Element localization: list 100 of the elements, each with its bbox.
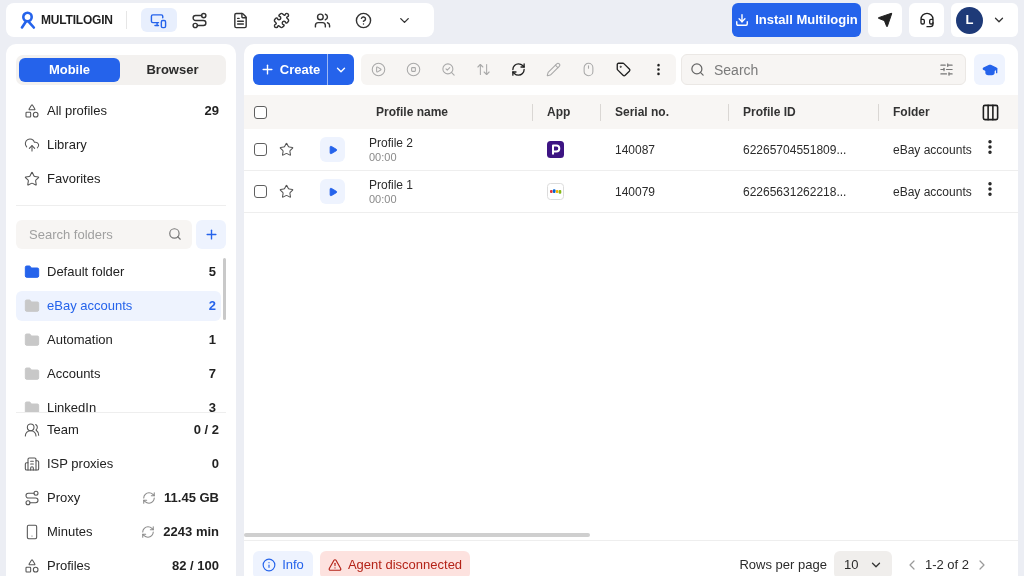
horizontal-scrollbar[interactable] bbox=[244, 533, 590, 537]
row-checkbox[interactable] bbox=[254, 143, 267, 156]
rows-per-page-label: Rows per page bbox=[739, 556, 827, 575]
tag-icon[interactable] bbox=[616, 62, 631, 77]
folder-search-field[interactable]: Search folders bbox=[16, 220, 192, 249]
profile-name[interactable]: Profile 2 bbox=[369, 135, 533, 150]
star-icon[interactable] bbox=[279, 184, 294, 199]
headset-icon bbox=[918, 12, 935, 28]
profile-time: 00:00 bbox=[369, 191, 398, 206]
create-dropdown-button[interactable] bbox=[327, 54, 354, 85]
folder-item[interactable]: Automation 1 bbox=[16, 325, 221, 355]
folder-item[interactable]: Accounts 7 bbox=[16, 359, 221, 389]
serial-number: 140087 bbox=[615, 142, 656, 157]
column-header[interactable]: Serial no. bbox=[615, 103, 670, 121]
folder-name: LinkedIn bbox=[47, 399, 97, 412]
folder-name: Automation bbox=[47, 331, 113, 350]
shapes-icon bbox=[24, 558, 40, 574]
refresh-icon[interactable] bbox=[511, 62, 526, 77]
stat-value: 2243 min bbox=[163, 523, 219, 542]
plus-icon bbox=[203, 227, 219, 242]
sidebar-item[interactable]: All profiles 29 bbox=[16, 94, 226, 128]
filter-sliders-icon[interactable] bbox=[939, 62, 954, 77]
column-header[interactable]: App bbox=[547, 103, 571, 121]
item-label: Favorites bbox=[47, 170, 101, 189]
stat-value: 0 bbox=[211, 455, 219, 474]
rows-per-page-select[interactable]: 10 bbox=[833, 551, 892, 576]
folder-count: 3 bbox=[208, 399, 216, 412]
stat-label: Team bbox=[47, 421, 79, 440]
stat-label: ISP proxies bbox=[47, 455, 114, 474]
shapes-icon bbox=[24, 103, 40, 119]
column-header[interactable]: Profile ID bbox=[743, 103, 796, 121]
install-button[interactable]: Install Multilogin bbox=[732, 3, 861, 37]
folder-item[interactable]: LinkedIn 3 bbox=[16, 393, 221, 412]
folder-count: 7 bbox=[208, 365, 216, 384]
learning-button[interactable] bbox=[974, 54, 1005, 85]
agent-status-button[interactable]: Agent disconnected bbox=[320, 551, 470, 576]
column-header[interactable]: Profile name bbox=[376, 103, 449, 121]
folder-name: eBay accounts bbox=[893, 142, 972, 157]
team-icon bbox=[24, 422, 40, 438]
columns-icon[interactable] bbox=[981, 102, 1000, 122]
document-icon bbox=[232, 11, 250, 29]
logo-icon bbox=[20, 11, 36, 29]
folder-count: 2 bbox=[208, 297, 216, 316]
play-button[interactable] bbox=[320, 179, 345, 204]
sidebar-item[interactable]: Favorites bbox=[16, 162, 226, 196]
select-all-checkbox[interactable] bbox=[254, 105, 267, 119]
folder-item[interactable]: Default folder 5 bbox=[16, 257, 221, 287]
send-button[interactable] bbox=[868, 3, 902, 37]
info-button[interactable]: Info bbox=[253, 551, 313, 576]
item-label: Library bbox=[47, 136, 87, 155]
scrollbar[interactable] bbox=[223, 258, 226, 320]
stat-value: 82 / 100 bbox=[172, 557, 219, 576]
folder-name: Accounts bbox=[47, 365, 101, 384]
mode-tab[interactable]: Mobile bbox=[19, 58, 120, 82]
create-button[interactable]: Create bbox=[253, 54, 327, 85]
route-icon bbox=[24, 490, 40, 506]
cloud-upload-icon bbox=[24, 137, 40, 153]
profile-id: 62265631262218... bbox=[743, 184, 847, 199]
play-icon bbox=[327, 144, 338, 155]
search-icon bbox=[168, 227, 182, 241]
folder-name: eBay accounts bbox=[893, 184, 972, 199]
puzzle-icon bbox=[273, 11, 291, 29]
search-icon bbox=[690, 62, 705, 77]
folder-count: 5 bbox=[208, 263, 216, 282]
folder-count: 1 bbox=[208, 331, 216, 350]
mode-tab[interactable]: Browser bbox=[122, 58, 223, 82]
stat-label: Minutes bbox=[47, 523, 93, 542]
star-icon bbox=[24, 171, 40, 187]
column-header[interactable]: Folder bbox=[893, 103, 930, 121]
row-checkbox[interactable] bbox=[254, 185, 267, 198]
stat-label: Profiles bbox=[47, 557, 91, 576]
profile-time: 00:00 bbox=[369, 149, 398, 164]
brand-name: MULTILOGIN bbox=[41, 12, 113, 29]
sidebar-item[interactable]: Library bbox=[16, 128, 226, 162]
profile-name[interactable]: Profile 1 bbox=[369, 177, 533, 192]
phone-icon bbox=[24, 524, 40, 540]
stat-value: 11.45 GB bbox=[164, 489, 219, 508]
folder-item[interactable]: eBay accounts 2 bbox=[16, 291, 221, 321]
paper-plane-icon bbox=[877, 12, 893, 28]
support-button[interactable] bbox=[909, 3, 944, 37]
play-icon bbox=[327, 186, 338, 197]
devices-icon bbox=[150, 11, 168, 29]
users-icon bbox=[314, 11, 332, 29]
folder-name: Default folder bbox=[47, 263, 125, 282]
info-icon bbox=[262, 558, 277, 572]
search-field[interactable]: Search bbox=[681, 54, 966, 85]
stat-label: Proxy bbox=[47, 489, 81, 508]
help-icon bbox=[355, 11, 373, 29]
item-label: All profiles bbox=[47, 102, 107, 121]
plus-icon bbox=[259, 62, 275, 77]
play-button[interactable] bbox=[320, 137, 345, 162]
building-icon bbox=[24, 456, 40, 472]
profile-id: 62265704551809... bbox=[743, 142, 847, 157]
route-icon bbox=[191, 11, 209, 29]
serial-number: 140079 bbox=[615, 184, 656, 199]
account-menu-button[interactable]: L bbox=[951, 3, 1018, 37]
item-count: 29 bbox=[204, 102, 219, 121]
warning-icon bbox=[327, 558, 342, 572]
folder-name: eBay accounts bbox=[47, 297, 133, 316]
star-icon[interactable] bbox=[279, 142, 294, 157]
